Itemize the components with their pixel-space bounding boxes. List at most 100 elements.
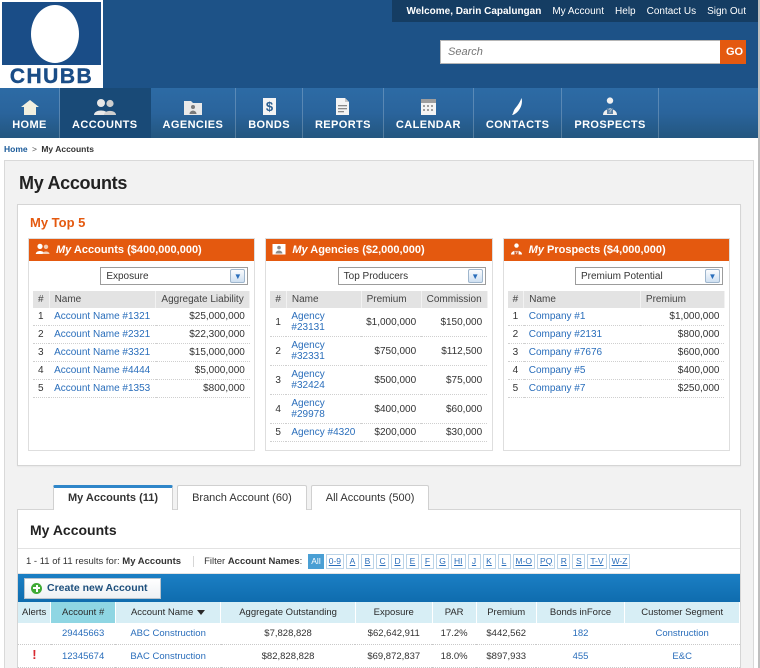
nav-item-prospects[interactable]: ? PROSPECTS <box>562 88 659 138</box>
my-accounts-sort-value: Exposure <box>106 270 149 282</box>
header-right: Welcome, Darin Capalungan My Account Hel… <box>103 0 758 88</box>
prospect-icon: ? <box>510 242 523 258</box>
search-input[interactable] <box>440 40 720 64</box>
my-accounts-sort-select[interactable]: Exposure ▼ <box>100 267 249 285</box>
col-par[interactable]: PAR <box>432 602 477 623</box>
alpha-filter-m-o[interactable]: M-O <box>512 553 536 569</box>
sign-out-link[interactable]: Sign Out <box>707 6 746 17</box>
agency-link[interactable]: Agency #29978 <box>291 398 324 420</box>
report-document-icon <box>334 94 351 116</box>
table-row: 3 Agency #32424 $500,000 $75,000 <box>270 365 488 395</box>
help-link[interactable]: Help <box>615 6 636 17</box>
value-cell: $15,000,000 <box>155 343 250 362</box>
col-customer-segment[interactable]: Customer Segment <box>624 602 740 623</box>
alpha-filter-pq[interactable]: PQ <box>537 553 556 569</box>
person-badge-icon: ? <box>601 94 619 116</box>
company-link[interactable]: Company #2131 <box>529 329 602 340</box>
alpha-filter-a[interactable]: A <box>346 553 360 569</box>
col-premium[interactable]: Premium <box>476 602 537 623</box>
account-number-link[interactable]: 12345674 <box>62 651 104 662</box>
col-account-name[interactable]: Account Name <box>115 602 222 623</box>
agency-link[interactable]: Agency #23131 <box>291 311 324 333</box>
alpha-filter-r[interactable]: R <box>557 553 571 569</box>
alpha-filter-t-v[interactable]: T-V <box>587 553 607 569</box>
account-link[interactable]: Account Name #1353 <box>54 383 150 394</box>
account-link[interactable]: Account Name #1321 <box>54 311 150 322</box>
filter-label-prefix: Filter <box>204 555 228 567</box>
agency-link[interactable]: Agency #32331 <box>291 340 324 362</box>
nav-item-bonds[interactable]: $ BONDS <box>236 88 303 138</box>
col-aggregate-outstanding[interactable]: Aggregate Outstanding <box>220 602 356 623</box>
account-name-link[interactable]: ABC Construction <box>130 628 206 639</box>
alpha-filter-0-9[interactable]: 0-9 <box>325 553 345 569</box>
my-prospects-sort-select[interactable]: Premium Potential ▼ <box>574 267 723 285</box>
alpha-filter-k[interactable]: K <box>482 553 496 569</box>
my-account-link[interactable]: My Account <box>552 6 604 17</box>
sort-desc-icon <box>197 609 206 615</box>
nav-item-accounts[interactable]: ACCOUNTS <box>60 88 151 138</box>
company-link[interactable]: Company #7 <box>529 383 586 394</box>
nav-item-agencies[interactable]: AGENCIES <box>151 88 237 138</box>
chubb-logo[interactable]: CHUBB <box>0 0 103 88</box>
create-new-account-button[interactable]: Create new Account <box>24 577 161 599</box>
premium-cell: $600,000 <box>640 343 725 362</box>
nav-item-contacts[interactable]: CONTACTS <box>474 88 563 138</box>
customer-segment-link[interactable]: Construction <box>656 628 709 639</box>
alpha-filter-s[interactable]: S <box>572 553 586 569</box>
company-link[interactable]: Company #5 <box>529 365 586 376</box>
name-cell: Agency #23131 <box>286 308 362 337</box>
breadcrumb-current: My Accounts <box>41 144 94 154</box>
table-header-row: # Name Aggregate Liability <box>33 291 251 308</box>
premium-cell: $1,000,000 <box>361 308 422 337</box>
account-name-link[interactable]: BAC Construction <box>130 651 206 662</box>
account-number-link[interactable]: 29445663 <box>62 628 104 639</box>
col-bonds-inforce[interactable]: Bonds inForce <box>536 602 626 623</box>
agency-link[interactable]: Agency #32424 <box>291 369 324 391</box>
alert-cell: ! <box>18 644 51 668</box>
search-go-button[interactable]: GO <box>720 40 746 64</box>
card-my-agencies-header: My Agencies ($2,000,000) <box>266 239 492 261</box>
tab-all-accounts[interactable]: All Accounts (500) <box>310 485 430 510</box>
alpha-filter-g[interactable]: G <box>436 553 450 569</box>
alpha-filter-b[interactable]: B <box>361 553 375 569</box>
rank-cell: 5 <box>33 379 50 398</box>
account-link[interactable]: Account Name #2321 <box>54 329 150 340</box>
company-link[interactable]: Company #1 <box>529 311 586 322</box>
col-exposure[interactable]: Exposure <box>355 602 433 623</box>
card-my-prospects-body: Premium Potential ▼ # Name Premium 1 Com… <box>503 261 729 406</box>
rank-cell: 5 <box>507 379 524 398</box>
my-agencies-sort-select[interactable]: Top Producers ▼ <box>337 267 486 285</box>
alpha-filter-e[interactable]: E <box>406 553 420 569</box>
account-link[interactable]: Account Name #3321 <box>54 347 150 358</box>
premium-cell: $250,000 <box>640 379 725 398</box>
alpha-filter-d[interactable]: D <box>391 553 405 569</box>
table-row: 5 Account Name #1353 $800,000 <box>33 379 250 398</box>
nav-item-home[interactable]: HOME <box>0 88 60 138</box>
bonds-inforce-link[interactable]: 455 <box>573 651 589 662</box>
rank-cell: 2 <box>507 325 524 344</box>
alpha-filter-hi[interactable]: HI <box>451 553 466 569</box>
alpha-filter-c[interactable]: C <box>376 553 390 569</box>
customer-segment-link[interactable]: E&C <box>672 651 692 662</box>
alpha-filter-j[interactable]: J <box>467 553 481 569</box>
breadcrumb-home-link[interactable]: Home <box>4 144 28 154</box>
account-link[interactable]: Account Name #4444 <box>54 365 150 376</box>
tab-branch-account[interactable]: Branch Account (60) <box>177 485 307 510</box>
my-agencies-table: # Name Premium Commission 1 Agency #23131… <box>270 291 488 442</box>
tab-my-accounts[interactable]: My Accounts (11) <box>53 485 174 510</box>
name-cell: Account Name #1353 <box>49 379 156 398</box>
nav-item-calendar[interactable]: CALENDAR <box>384 88 474 138</box>
table-row: 3 Company #7676 $600,000 <box>507 343 725 362</box>
contact-us-link[interactable]: Contact Us <box>647 6 696 17</box>
nav-item-reports[interactable]: REPORTS <box>303 88 384 138</box>
alpha-filter-f[interactable]: F <box>421 553 435 569</box>
col-alerts[interactable]: Alerts <box>18 602 52 623</box>
company-link[interactable]: Company #7676 <box>529 347 602 358</box>
card-my-agencies-select-row: Top Producers ▼ <box>270 267 487 291</box>
col-account-number[interactable]: Account # <box>50 602 116 623</box>
alpha-filter-l[interactable]: L <box>497 553 511 569</box>
alpha-filter-all[interactable]: All <box>308 553 324 569</box>
agency-link[interactable]: Agency #4320 <box>291 427 355 438</box>
alpha-filter-w-z[interactable]: W-Z <box>608 553 631 569</box>
bonds-inforce-link[interactable]: 182 <box>573 628 589 639</box>
